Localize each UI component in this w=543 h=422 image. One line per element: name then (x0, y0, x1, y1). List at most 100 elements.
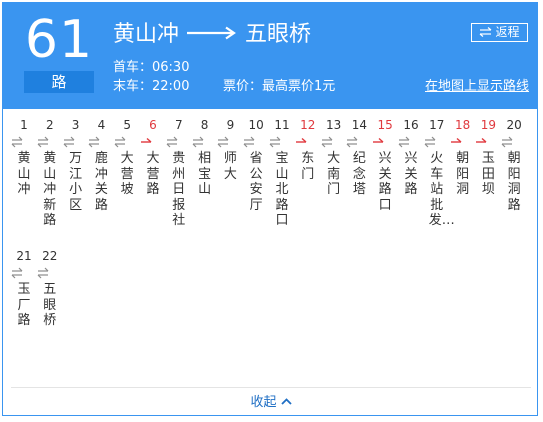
two-way-arrow-icon (11, 267, 23, 279)
stop-name: 大南门 (327, 151, 341, 197)
stop-number: 15 (377, 118, 393, 132)
footer: 收起 (11, 387, 531, 418)
stop-item[interactable]: 14 纪念塔 (346, 117, 372, 198)
stop-number: 12 (300, 118, 316, 132)
stop-number: 1 (20, 118, 28, 132)
stop-item[interactable]: 8 相宝山 (192, 117, 218, 198)
stop-number: 18 (454, 118, 471, 132)
stop-item[interactable]: 21 玉厂路 (11, 248, 37, 329)
fare-info: 票价：最高票价1元 (223, 79, 336, 94)
stop-number: 17 (429, 118, 445, 132)
one-way-arrow-icon (373, 137, 384, 143)
stop-name: 相宝山 (198, 151, 212, 197)
route-destination: 五眼桥 (245, 22, 312, 47)
stop-item[interactable]: 6 大营路 (140, 117, 166, 198)
two-way-arrow-icon (63, 136, 75, 148)
route-origin: 黄山冲 (113, 22, 180, 47)
stop-name: 师大 (223, 151, 237, 182)
route-header: 61 路 黄山冲 五眼桥 返程 首车：06:30 末车：22:00 票价：最高票价… (3, 3, 537, 109)
two-way-arrow-icon (398, 136, 410, 148)
stop-number: 13 (325, 118, 342, 132)
stop-number: 4 (97, 118, 106, 132)
reverse-direction-button[interactable]: 返程 (471, 23, 528, 42)
stop-name: 黄山冲新路 (43, 151, 57, 228)
stop-name: 宝山北路口 (275, 151, 289, 228)
two-way-arrow-icon (192, 136, 204, 148)
stop-item[interactable]: 16 兴关路 (398, 117, 424, 198)
route-badge: 61 路 (24, 12, 94, 93)
stop-item[interactable]: 4 鹿冲关路 (88, 117, 114, 213)
first-bus-time: 首车：06:30 (113, 60, 190, 75)
chevron-up-icon (280, 398, 292, 405)
two-way-arrow-icon (424, 136, 436, 148)
stop-number: 11 (274, 118, 290, 132)
stop-item[interactable]: 13 大南门 (321, 117, 347, 198)
stop-item[interactable]: 18 朝阳洞 (450, 117, 476, 198)
stop-name: 大营坡 (120, 151, 134, 197)
stop-name: 朝阳洞路 (507, 151, 521, 213)
show-route-on-map-link[interactable]: 在地图上显示路线 (425, 78, 529, 96)
one-way-arrow-icon (476, 137, 487, 143)
stop-name: 贵州日报社 (172, 151, 186, 228)
route-title: 黄山冲 五眼桥 (113, 19, 311, 51)
stop-number: 8 (200, 118, 209, 132)
stop-number: 21 (16, 249, 32, 263)
two-way-arrow-icon (346, 136, 358, 148)
two-way-arrow-icon (243, 136, 255, 148)
stop-number: 16 (403, 118, 419, 132)
stop-name: 玉厂路 (17, 282, 31, 328)
stop-name: 大营路 (146, 151, 160, 197)
stop-item[interactable]: 10 省公安厅 (243, 117, 269, 213)
stop-item[interactable]: 11 宝山北路口 (269, 117, 295, 229)
stop-number: 5 (123, 118, 131, 132)
stop-number: 10 (248, 118, 264, 132)
collapse-button[interactable]: 收起 (250, 388, 292, 418)
stop-name: 玉田坝 (481, 151, 495, 197)
stop-name: 省公安厅 (249, 151, 263, 213)
stop-name: 万江小区 (69, 151, 83, 213)
one-way-arrow-icon (295, 137, 307, 143)
stop-number: 7 (174, 118, 183, 132)
stop-item[interactable]: 17 火车站批发… (424, 117, 455, 229)
stop-number: 3 (71, 118, 80, 132)
stop-number: 6 (149, 118, 157, 132)
two-way-arrow-icon (37, 267, 49, 279)
stop-number: 2 (45, 118, 54, 132)
swap-icon (480, 26, 492, 37)
stop-name: 黄山冲 (17, 151, 31, 197)
stop-item[interactable]: 19 玉田坝 (475, 117, 501, 198)
two-way-arrow-icon (37, 136, 49, 148)
stop-item[interactable]: 2 黄山冲新路 (37, 117, 63, 229)
two-way-arrow-icon (501, 136, 513, 148)
stop-name: 五眼桥 (43, 282, 57, 328)
two-way-arrow-icon (217, 136, 229, 148)
two-way-arrow-icon (11, 136, 23, 148)
two-way-arrow-icon (269, 136, 281, 148)
stop-item[interactable]: 9 师大 (217, 117, 243, 182)
stop-item[interactable]: 15 兴关路口 (372, 117, 398, 213)
right-arrow-icon (187, 26, 236, 40)
stop-name: 兴关路 (404, 151, 418, 197)
stop-item[interactable]: 3 万江小区 (63, 117, 89, 213)
stop-name: 鹿冲关路 (94, 151, 108, 213)
collapse-label: 收起 (250, 395, 277, 410)
stop-item[interactable]: 1 黄山冲 (11, 117, 37, 198)
route-suffix: 路 (24, 71, 94, 93)
stop-name: 兴关路口 (378, 151, 392, 213)
stop-name: 东门 (301, 151, 315, 182)
stop-item[interactable]: 12 东门 (295, 117, 321, 182)
stop-item[interactable]: 20 朝阳洞路 (501, 117, 527, 213)
stop-number: 20 (506, 118, 522, 132)
stop-item[interactable]: 5 大营坡 (114, 117, 140, 198)
stop-item[interactable]: 22 五眼桥 (37, 248, 63, 329)
two-way-arrow-icon (114, 136, 126, 148)
stop-number: 22 (42, 249, 58, 263)
stop-item[interactable]: 7 贵州日报社 (166, 117, 192, 229)
stop-name: 纪念塔 (352, 151, 366, 197)
two-way-arrow-icon (88, 136, 100, 148)
two-way-arrow-icon (321, 136, 333, 148)
stop-number: 14 (351, 118, 368, 132)
stop-number: 19 (480, 118, 497, 132)
stop-number: 9 (226, 118, 235, 132)
reverse-label: 返程 (495, 25, 520, 39)
